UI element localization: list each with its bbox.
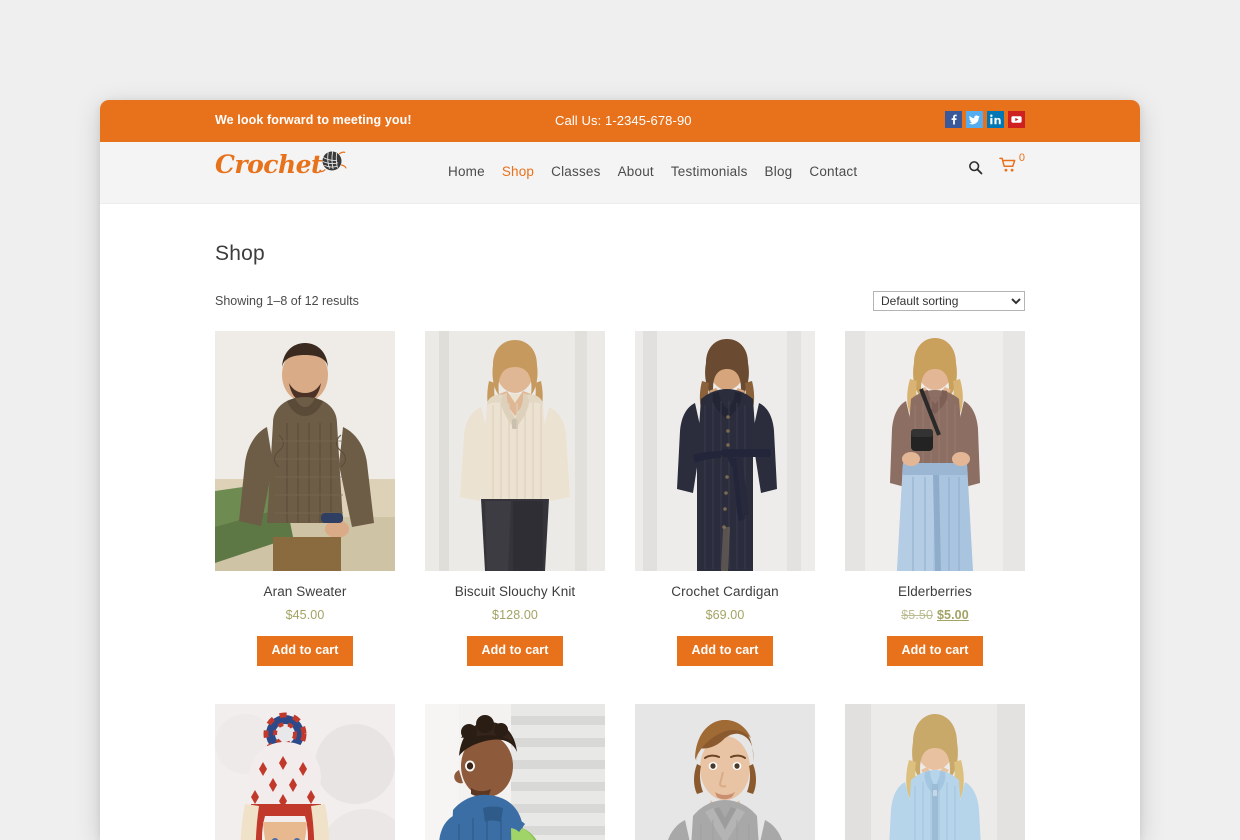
shopping-cart-icon bbox=[999, 156, 1018, 179]
result-count: Showing 1–8 of 12 results bbox=[215, 294, 359, 308]
product-image-crochet-cardigan[interactable] bbox=[635, 331, 815, 571]
header-actions: 0 bbox=[968, 156, 1025, 180]
nav-item-home[interactable]: Home bbox=[448, 164, 485, 179]
site-header-inner: Crochet bbox=[215, 142, 1025, 204]
phone-number: Call Us: 1-2345-678-90 bbox=[555, 113, 692, 128]
welcome-message: We look forward to meeting you! bbox=[215, 113, 412, 127]
product-price-new: $5.00 bbox=[937, 608, 969, 622]
product-image-elderberries[interactable] bbox=[845, 331, 1025, 571]
announcement-bar: We look forward to meeting you! Call Us:… bbox=[100, 100, 1140, 142]
product-card: Elderberries $5.50 $5.00 Add to cart bbox=[845, 331, 1025, 666]
product-image-biscuit-slouchy-knit[interactable] bbox=[425, 331, 605, 571]
shop-toolbar: Showing 1–8 of 12 results Default sortin… bbox=[215, 291, 1025, 313]
page-content: Shop Showing 1–8 of 12 results Default s… bbox=[215, 204, 1025, 840]
facebook-icon[interactable] bbox=[945, 111, 962, 128]
product-title[interactable]: Biscuit Slouchy Knit bbox=[425, 584, 605, 599]
site-header: Crochet bbox=[100, 142, 1140, 204]
nav-item-blog[interactable]: Blog bbox=[765, 164, 793, 179]
nav-item-about[interactable]: About bbox=[618, 164, 654, 179]
browser-window: We look forward to meeting you! Call Us:… bbox=[100, 100, 1140, 840]
search-icon[interactable] bbox=[968, 160, 983, 180]
product-image-aran-sweater[interactable] bbox=[215, 331, 395, 571]
product-price: $5.50 $5.00 bbox=[845, 608, 1025, 622]
product-price: $69.00 bbox=[635, 608, 815, 622]
nav-item-shop[interactable]: Shop bbox=[502, 164, 534, 179]
page-title: Shop bbox=[215, 242, 1025, 266]
cart-count-badge: 0 bbox=[1019, 152, 1025, 164]
social-links bbox=[945, 111, 1025, 128]
main-navigation: Home Shop Classes About Testimonials Blo… bbox=[448, 164, 857, 179]
sort-select[interactable]: Default sorting bbox=[873, 291, 1025, 311]
product-title[interactable]: Aran Sweater bbox=[215, 584, 395, 599]
add-to-cart-button[interactable]: Add to cart bbox=[257, 636, 352, 666]
product-card: Aran Sweater $45.00 Add to cart bbox=[215, 331, 395, 666]
product-title[interactable]: Elderberries bbox=[845, 584, 1025, 599]
announcement-bar-inner: We look forward to meeting you! Call Us:… bbox=[215, 100, 1025, 142]
add-to-cart-button[interactable]: Add to cart bbox=[677, 636, 772, 666]
add-to-cart-button[interactable]: Add to cart bbox=[467, 636, 562, 666]
product-card: Crochet Cardigan $69.00 Add to cart bbox=[635, 331, 815, 666]
logo-text: Crochet bbox=[215, 152, 322, 177]
product-price: $128.00 bbox=[425, 608, 605, 622]
twitter-icon[interactable] bbox=[966, 111, 983, 128]
youtube-icon[interactable] bbox=[1008, 111, 1025, 128]
product-price-old: $5.50 bbox=[901, 608, 933, 622]
yarn-ball-icon bbox=[317, 145, 347, 180]
product-title[interactable]: Crochet Cardigan bbox=[635, 584, 815, 599]
site-logo[interactable]: Crochet bbox=[215, 149, 347, 180]
product-grid: Aran Sweater $45.00 Add to cart bbox=[215, 331, 1025, 840]
linkedin-icon[interactable] bbox=[987, 111, 1004, 128]
cart-widget[interactable]: 0 bbox=[999, 156, 1025, 179]
nav-item-classes[interactable]: Classes bbox=[551, 164, 600, 179]
product-card: Biscuit Slouchy Knit $128.00 Add to cart bbox=[425, 331, 605, 666]
nav-item-contact[interactable]: Contact bbox=[809, 164, 857, 179]
nav-item-testimonials[interactable]: Testimonials bbox=[671, 164, 748, 179]
add-to-cart-button[interactable]: Add to cart bbox=[887, 636, 982, 666]
product-price: $45.00 bbox=[215, 608, 395, 622]
